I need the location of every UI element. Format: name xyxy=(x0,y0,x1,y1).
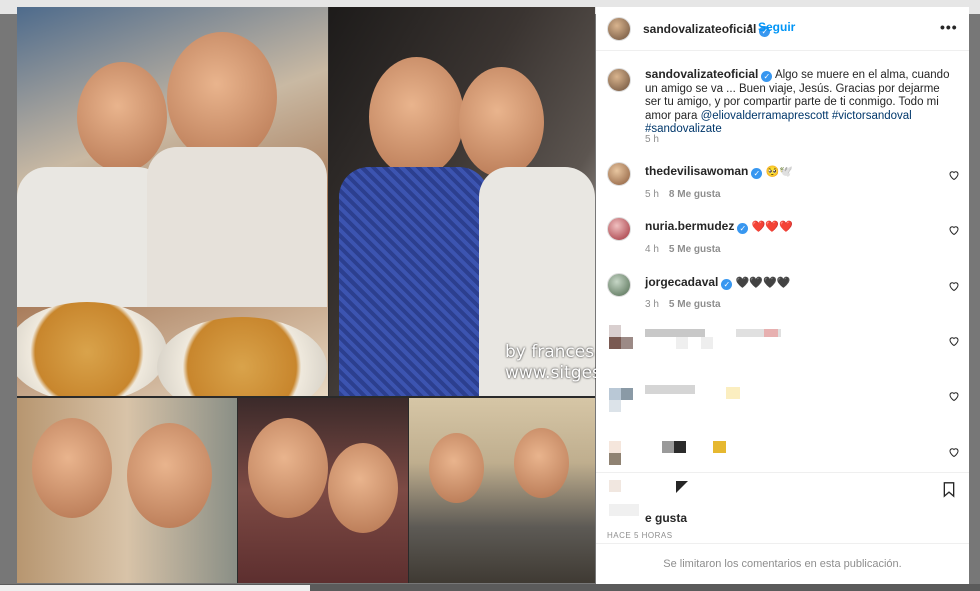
heart-icon[interactable] xyxy=(948,390,960,402)
comment-age: 4 h xyxy=(645,244,659,255)
comment-avatar[interactable] xyxy=(607,217,631,241)
image-watermark: by frances www.sitges xyxy=(505,342,601,384)
header-username[interactable]: sandovalizateoficial xyxy=(643,22,756,36)
comment-username[interactable]: nuria.bermudez xyxy=(645,219,734,233)
person-face xyxy=(127,423,212,528)
person-shirt xyxy=(339,167,489,396)
caption-mention-link[interactable]: @eliovalderramaprescott xyxy=(701,110,829,122)
person-shirt xyxy=(147,147,327,307)
verified-badge-icon: ✓ xyxy=(761,71,773,82)
post-image[interactable] xyxy=(17,7,595,583)
comment-likes-button[interactable]: 8 Me gusta xyxy=(669,189,721,200)
heart-icon[interactable] xyxy=(948,335,960,347)
photo-tile-5 xyxy=(409,398,595,583)
comment-username[interactable]: thedevilisawoman xyxy=(645,164,748,178)
person-face xyxy=(167,32,277,162)
comment-text: 🥺🕊️ xyxy=(765,166,793,178)
person-face xyxy=(32,418,112,518)
post-timestamp: HACE 5 HORAS xyxy=(607,531,673,540)
person-face xyxy=(328,443,398,533)
actions-divider xyxy=(596,472,969,473)
verified-badge-icon: ✓ xyxy=(737,223,749,234)
follow-button[interactable]: Seguir xyxy=(758,20,795,34)
photo-tile-2 xyxy=(329,7,595,396)
bookmark-icon[interactable] xyxy=(941,481,957,498)
comment-avatar[interactable] xyxy=(607,162,631,186)
person-face xyxy=(248,418,328,518)
more-options-icon[interactable]: ••• xyxy=(940,19,958,35)
comment-text: ❤️❤️❤️ xyxy=(751,221,793,233)
watermark-line: by frances xyxy=(505,342,595,362)
food-plate xyxy=(17,302,167,396)
photo-tile-4 xyxy=(238,398,408,583)
separator-dot: • xyxy=(748,19,753,33)
post-caption: sandovalizateoficial ✓ Algo se muere en e… xyxy=(645,67,955,137)
person-face xyxy=(514,428,569,498)
person-face xyxy=(369,57,464,177)
photo-tile-1 xyxy=(17,7,328,396)
heart-icon[interactable] xyxy=(948,446,960,458)
food-plate xyxy=(157,317,327,396)
person-face xyxy=(459,67,544,177)
caption-avatar[interactable] xyxy=(607,68,631,92)
comment-age: 3 h xyxy=(645,299,659,310)
comment-likes-button[interactable]: 5 Me gusta xyxy=(669,299,721,310)
comment: nuria.bermudez ✓ ❤️❤️❤️ xyxy=(645,219,793,234)
comment-meta: 5 h 8 Me gusta xyxy=(645,189,721,200)
comment: thedevilisawoman ✓ 🥺🕊️ xyxy=(645,164,793,179)
photo-tile-3 xyxy=(17,398,237,583)
post-header: sandovalizateoficial ✓ • Seguir ••• xyxy=(596,7,969,51)
caption-age: 5 h xyxy=(645,134,659,145)
caption-username[interactable]: sandovalizateoficial xyxy=(645,67,758,81)
heart-icon[interactable] xyxy=(948,169,960,181)
likes-count[interactable]: e gusta xyxy=(645,511,687,525)
person-shirt xyxy=(17,167,167,307)
comment-username[interactable]: jorgecadaval xyxy=(645,275,718,289)
comment-meta: 3 h 5 Me gusta xyxy=(645,299,721,310)
person-face xyxy=(429,433,484,503)
heart-icon[interactable] xyxy=(948,224,960,236)
comment-meta: 4 h 5 Me gusta xyxy=(645,244,721,255)
watermark-line: www.sitges xyxy=(505,363,601,383)
post-side-panel: sandovalizateoficial ✓ • Seguir ••• sando… xyxy=(596,7,969,584)
verified-badge-icon: ✓ xyxy=(751,168,763,179)
person-face xyxy=(77,62,167,172)
caption-hashtag-link[interactable]: #victorsandoval xyxy=(832,110,912,122)
comment-text: 🖤🖤🖤🖤 xyxy=(735,277,791,289)
avatar[interactable] xyxy=(607,17,631,41)
status-bar xyxy=(0,585,310,591)
comment-age: 5 h xyxy=(645,189,659,200)
comment-avatar[interactable] xyxy=(607,273,631,297)
comment: jorgecadaval ✓ 🖤🖤🖤🖤 xyxy=(645,275,790,290)
verified-badge-icon: ✓ xyxy=(721,279,733,290)
heart-icon[interactable] xyxy=(948,280,960,292)
comment-likes-button[interactable]: 5 Me gusta xyxy=(669,244,721,255)
comments-limited-notice: Se limitaron los comentarios en esta pub… xyxy=(596,543,969,584)
